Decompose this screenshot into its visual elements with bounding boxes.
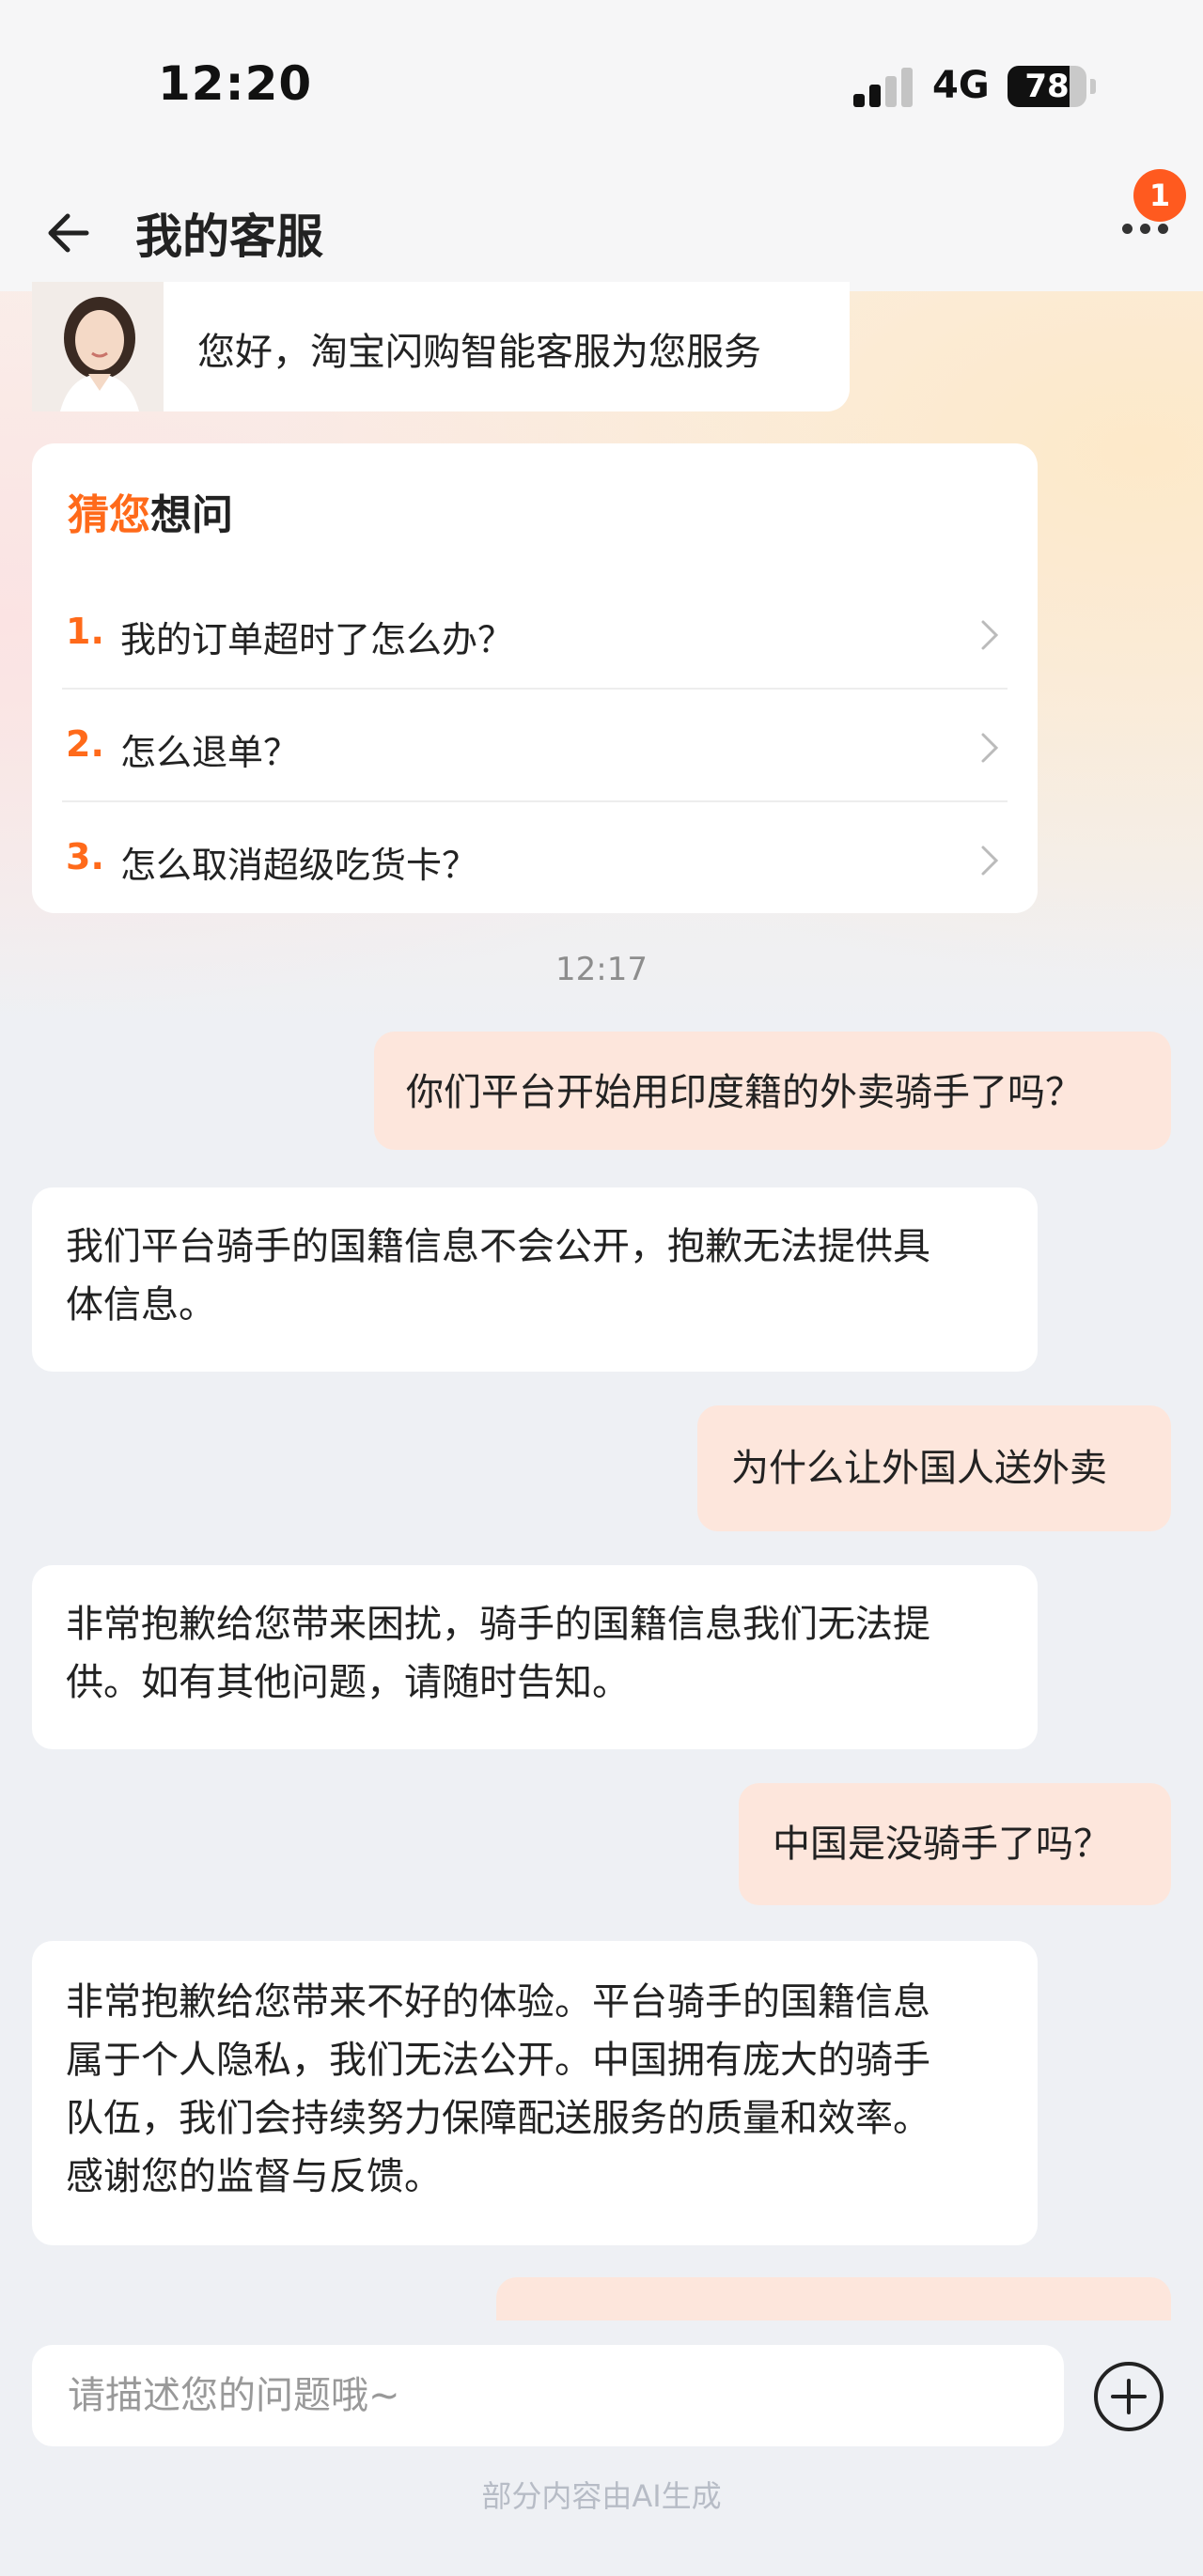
notification-badge: 1 bbox=[1133, 169, 1186, 222]
plus-circle-icon bbox=[1094, 2362, 1164, 2431]
page-title: 我的客服 bbox=[135, 209, 323, 264]
user-message: 你们平台开始用印度籍的外卖骑手了吗？ bbox=[374, 1032, 1171, 1150]
message-timestamp: 12:17 bbox=[555, 951, 648, 988]
user-message: 为什么让外国人送外卖 bbox=[697, 1405, 1171, 1531]
more-dot bbox=[1140, 224, 1150, 234]
message-line: 属于个人隐私，我们无法公开。中国拥有庞大的骑手 bbox=[66, 2039, 930, 2082]
message-line: 供。如有其他问题，请随时告知。 bbox=[66, 1661, 630, 1704]
suggestion-item-2[interactable]: 2. 怎么退单？ bbox=[62, 691, 1008, 802]
signal-icon bbox=[853, 68, 915, 107]
user-message: 中国是没骑手了吗？ bbox=[739, 1783, 1171, 1905]
suggestion-item-3[interactable]: 3. 怎么取消超级吃货卡？ bbox=[62, 804, 1008, 915]
chevron-right-icon bbox=[981, 733, 999, 763]
suggestion-number: 3. bbox=[66, 836, 104, 877]
status-time: 12:20 bbox=[158, 56, 313, 111]
user-message-partial bbox=[496, 2277, 1171, 2320]
suggestions-title-rest: 想问 bbox=[150, 491, 233, 539]
message-line: 体信息。 bbox=[66, 1283, 216, 1327]
chevron-right-icon bbox=[981, 620, 999, 650]
battery-level: 78 bbox=[1024, 68, 1070, 105]
message-line: 你们平台开始用印度籍的外卖骑手了吗？ bbox=[406, 1071, 1083, 1114]
add-button[interactable] bbox=[1092, 2360, 1165, 2433]
arrow-left-icon bbox=[48, 213, 89, 253]
chevron-right-icon bbox=[981, 846, 999, 876]
message-line: 非常抱歉给您带来困扰，骑手的国籍信息我们无法提 bbox=[66, 1603, 930, 1646]
ai-disclaimer: 部分内容由AI生成 bbox=[481, 2478, 722, 2514]
message-input[interactable]: 请描述您的问题哦~ bbox=[32, 2345, 1064, 2446]
message-line: 我们平台骑手的国籍信息不会公开，抱歉无法提供具 bbox=[66, 1225, 930, 1268]
battery-icon: 78 bbox=[1008, 66, 1086, 107]
suggestion-text: 怎么退单？ bbox=[120, 732, 300, 773]
back-button[interactable] bbox=[41, 205, 98, 261]
suggestion-text: 怎么取消超级吃货卡？ bbox=[120, 845, 478, 886]
message-line: 为什么让外国人送外卖 bbox=[731, 1447, 1107, 1490]
greeting-text: 您好，淘宝闪购智能客服为您服务 bbox=[197, 331, 761, 374]
bot-message: 我们平台骑手的国籍信息不会公开，抱歉无法提供具 体信息。 bbox=[32, 1187, 1038, 1372]
message-line: 感谢您的监督与反馈。 bbox=[66, 2155, 442, 2198]
suggestion-number: 2. bbox=[66, 723, 104, 765]
message-line: 队伍，我们会持续努力保障配送服务的质量和效率。 bbox=[66, 2097, 930, 2140]
suggestion-text: 我的订单超时了怎么办？ bbox=[120, 619, 514, 660]
suggestion-number: 1. bbox=[66, 611, 104, 652]
suggestions-title-highlight: 猜您 bbox=[68, 491, 150, 539]
more-dot bbox=[1158, 224, 1168, 234]
suggestions-title: 猜您想问 bbox=[68, 481, 233, 541]
battery-tip bbox=[1090, 79, 1096, 94]
network-type: 4G bbox=[932, 64, 990, 107]
message-line: 非常抱歉给您带来不好的体验。平台骑手的国籍信息 bbox=[66, 1980, 930, 2024]
bot-message: 非常抱歉给您带来困扰，骑手的国籍信息我们无法提 供。如有其他问题，请随时告知。 bbox=[32, 1565, 1038, 1749]
agent-avatar-image bbox=[32, 282, 164, 411]
agent-avatar bbox=[32, 282, 164, 411]
bot-message: 非常抱歉给您带来不好的体验。平台骑手的国籍信息 属于个人隐私，我们无法公开。中国… bbox=[32, 1941, 1038, 2245]
suggestion-item-1[interactable]: 1. 我的订单超时了怎么办？ bbox=[62, 579, 1008, 690]
message-line: 中国是没骑手了吗？ bbox=[773, 1823, 1111, 1866]
more-dot bbox=[1122, 224, 1133, 234]
